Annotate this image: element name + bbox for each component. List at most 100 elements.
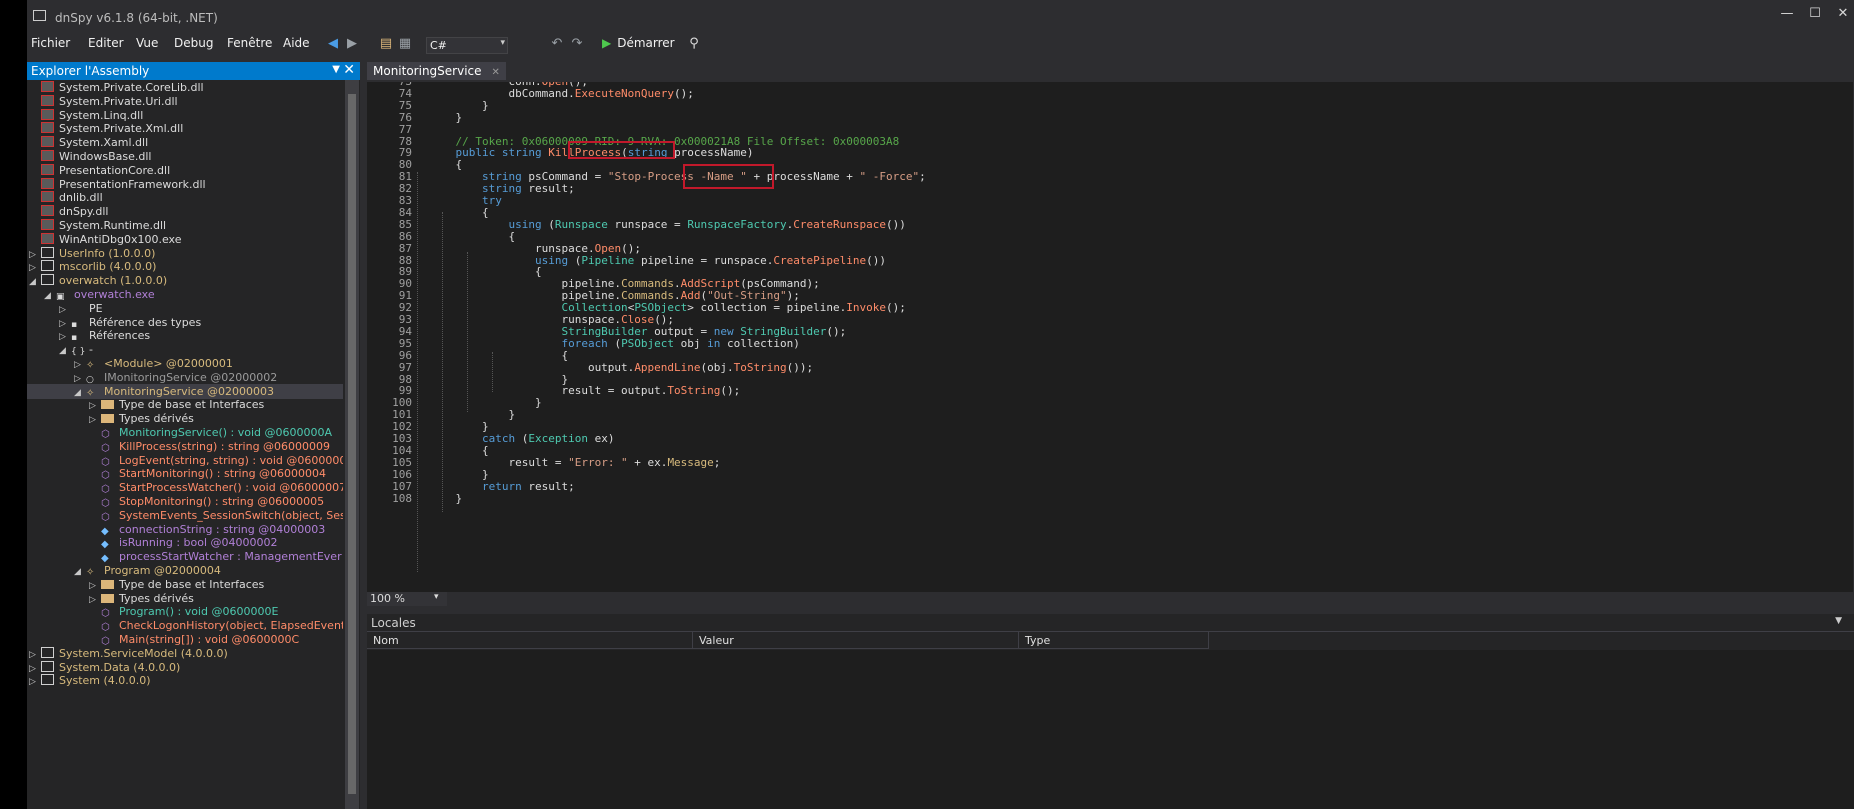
menu-editer[interactable]: Editer [88, 36, 124, 50]
tree-item[interactable]: ▷ System.Data (4.0.0.0) [27, 660, 343, 675]
code-token: PSObject [621, 336, 681, 350]
tree-item[interactable]: ⬡ StartMonitoring() : string @06000004 [27, 466, 343, 481]
document-tabs: MonitoringService ✕ [367, 62, 1854, 80]
tree-item[interactable]: ▷ Types dérivés [27, 411, 343, 426]
tree-scrollbar[interactable] [345, 80, 359, 809]
tree-item[interactable]: System.Private.Uri.dll [27, 94, 343, 109]
start-debug-button[interactable]: ▶ Démarrer [602, 36, 675, 52]
search-icon[interactable]: ⚲ [686, 36, 702, 52]
column-header-type[interactable]: Type [1019, 632, 1209, 649]
menu-aide[interactable]: Aide [283, 36, 310, 50]
tree-item[interactable]: ⬡ CheckLogonHistory(object, ElapsedEventA [27, 618, 343, 633]
tree-item[interactable]: ▷ PE [27, 301, 343, 316]
column-header-valeur[interactable]: Valeur [693, 632, 1019, 649]
tree-item[interactable]: WindowsBase.dll [27, 149, 343, 164]
tree-item[interactable]: ▷ ✧ <Module> @02000001 [27, 356, 343, 371]
method-icon: ⬡ [101, 470, 110, 482]
tree-item[interactable]: ◢{ } - [27, 342, 343, 357]
tree-item[interactable]: System.Xaml.dll [27, 135, 343, 150]
tree-item[interactable]: ⬡ KillProcess(string) : string @06000009 [27, 439, 343, 454]
tree-item[interactable]: ⬡ MonitoringService() : void @0600000A [27, 425, 343, 440]
interface-icon: ○ [86, 374, 94, 385]
code-token: AppendLine [634, 360, 701, 374]
undo-icon[interactable]: ↶ [549, 36, 565, 52]
tree-item[interactable]: ⬡ StopMonitoring() : string @06000005 [27, 494, 343, 509]
tree-item[interactable]: ◆ connectionString : string @04000003 [27, 522, 343, 537]
dll-icon [41, 205, 54, 217]
locals-list[interactable] [367, 650, 1854, 809]
method-icon: ⬡ [101, 511, 110, 523]
tree-item[interactable]: System.Runtime.dll [27, 218, 343, 233]
tree-item[interactable]: ▷ Type de base et Interfaces [27, 397, 343, 412]
tree-item[interactable]: ⬡ Main(string[]) : void @0600000C [27, 632, 343, 647]
tree-item[interactable]: ▷ ▪ Référence des types [27, 315, 343, 330]
tree-item[interactable]: ◆ processStartWatcher : ManagementEver [27, 549, 343, 564]
tree-item[interactable]: System.Private.CoreLib.dll [27, 80, 343, 95]
field-icon: ◆ [101, 525, 109, 537]
language-select[interactable]: C# ▾ [426, 37, 508, 54]
code-token: "Error: " [568, 455, 628, 469]
tree-item[interactable]: ⬡ Program() : void @0600000E [27, 604, 343, 619]
scrollbar-thumb[interactable] [348, 94, 356, 794]
tree-item[interactable]: PresentationCore.dll [27, 163, 343, 178]
line-number: 108 [392, 491, 412, 505]
tree-item[interactable]: ◢ overwatch (1.0.0.0) [27, 273, 343, 288]
tab-monitoringservice[interactable]: MonitoringService ✕ [367, 62, 506, 80]
tree-item[interactable]: WinAntiDbg0x100.exe [27, 232, 343, 247]
expander-icon[interactable]: ▷ [29, 675, 41, 690]
tree-item[interactable]: ▷ mscorlib (4.0.0.0) [27, 259, 343, 274]
menu-fichier[interactable]: Fichier [31, 36, 70, 50]
tree-item[interactable]: System.Private.Xml.dll [27, 121, 343, 136]
pin-dropdown-icon[interactable]: ▼ [332, 64, 340, 75]
tree-item[interactable]: ◢ ✧ Program @02000004 [27, 563, 343, 578]
open-list-icon[interactable]: ▦ [397, 36, 413, 52]
menu-vue[interactable]: Vue [136, 36, 158, 50]
minimize-button[interactable]: — [1773, 6, 1801, 21]
column-header-nom[interactable]: Nom [367, 632, 693, 649]
dll-icon [41, 219, 54, 230]
panel-dropdown-icon[interactable]: ▼ [1835, 616, 1842, 626]
tree-item[interactable]: ⬡ LogEvent(string, string) : void @060000… [27, 453, 343, 468]
tree-item-label: Types dérivés [119, 412, 194, 426]
tree-item-label: StopMonitoring() : string @06000005 [119, 495, 325, 508]
maximize-button[interactable]: ☐ [1801, 6, 1829, 21]
menu-fenetre[interactable]: Fenêtre [227, 36, 272, 50]
tree-item-label: <Module> @02000001 [104, 357, 233, 370]
assembly-tree[interactable]: System.Private.CoreLib.dll System.Private… [27, 80, 343, 809]
tree-item-label: Program() : void @0600000E [119, 605, 279, 619]
redo-icon[interactable]: ↷ [569, 36, 585, 52]
window-title: dnSpy v6.1.8 (64-bit, .NET) [55, 11, 218, 25]
tree-item[interactable]: ▷ System.ServiceModel (4.0.0.0) [27, 646, 343, 661]
tree-item[interactable]: dnSpy.dll [27, 204, 343, 219]
menu-debug[interactable]: Debug [174, 36, 213, 50]
close-tab-icon[interactable]: ✕ [492, 67, 500, 78]
code-editor[interactable]: 73 conn.Open();74 dbCommand.ExecuteNonQu… [367, 82, 1854, 592]
tree-item[interactable]: ▷ System (4.0.0.0) [27, 673, 343, 688]
tree-item[interactable]: System.Linq.dll [27, 108, 343, 123]
tree-item[interactable]: ⬡ StartProcessWatcher() : void @06000007 [27, 480, 343, 495]
tree-item[interactable]: ◢ ✧ MonitoringService @02000003 [27, 383, 343, 399]
back-icon[interactable]: ◀ [325, 36, 341, 52]
type-references-icon: ▪ [71, 319, 78, 330]
zoom-select[interactable]: 100 % ▾ [367, 592, 447, 606]
tree-item[interactable]: ▷ Types dérivés [27, 591, 343, 606]
tree-item[interactable]: ▷ ▪ Références [27, 328, 343, 343]
forward-icon[interactable]: ▶ [344, 36, 360, 52]
close-panel-icon[interactable]: ✕ [343, 62, 355, 78]
tree-item[interactable]: ◆ isRunning : bool @04000002 [27, 535, 343, 550]
code-token: CreateRunspace [793, 217, 886, 231]
dll-icon [41, 108, 54, 120]
tree-item[interactable]: ◢ ▣ overwatch.exe [27, 287, 343, 302]
tree-item[interactable]: ▷ Type de base et Interfaces [27, 577, 343, 592]
left-margin [0, 0, 27, 809]
tree-item[interactable]: dnlib.dll [27, 190, 343, 205]
tree-item[interactable]: ⬡ SystemEvents_SessionSwitch(object, Ses [27, 508, 343, 523]
close-button[interactable]: ✕ [1829, 6, 1854, 21]
tree-item[interactable]: PresentationFramework.dll [27, 177, 343, 192]
method-icon: ⬡ [101, 484, 110, 496]
tree-item[interactable]: ▷ UserInfo (1.0.0.0) [27, 246, 343, 261]
tree-item[interactable]: ▷ ○ IMonitoringService @02000002 [27, 370, 343, 385]
open-folder-icon[interactable]: ▤ [378, 36, 394, 52]
tree-item-label: Type de base et Interfaces [119, 577, 265, 591]
indent-guide [442, 212, 443, 512]
